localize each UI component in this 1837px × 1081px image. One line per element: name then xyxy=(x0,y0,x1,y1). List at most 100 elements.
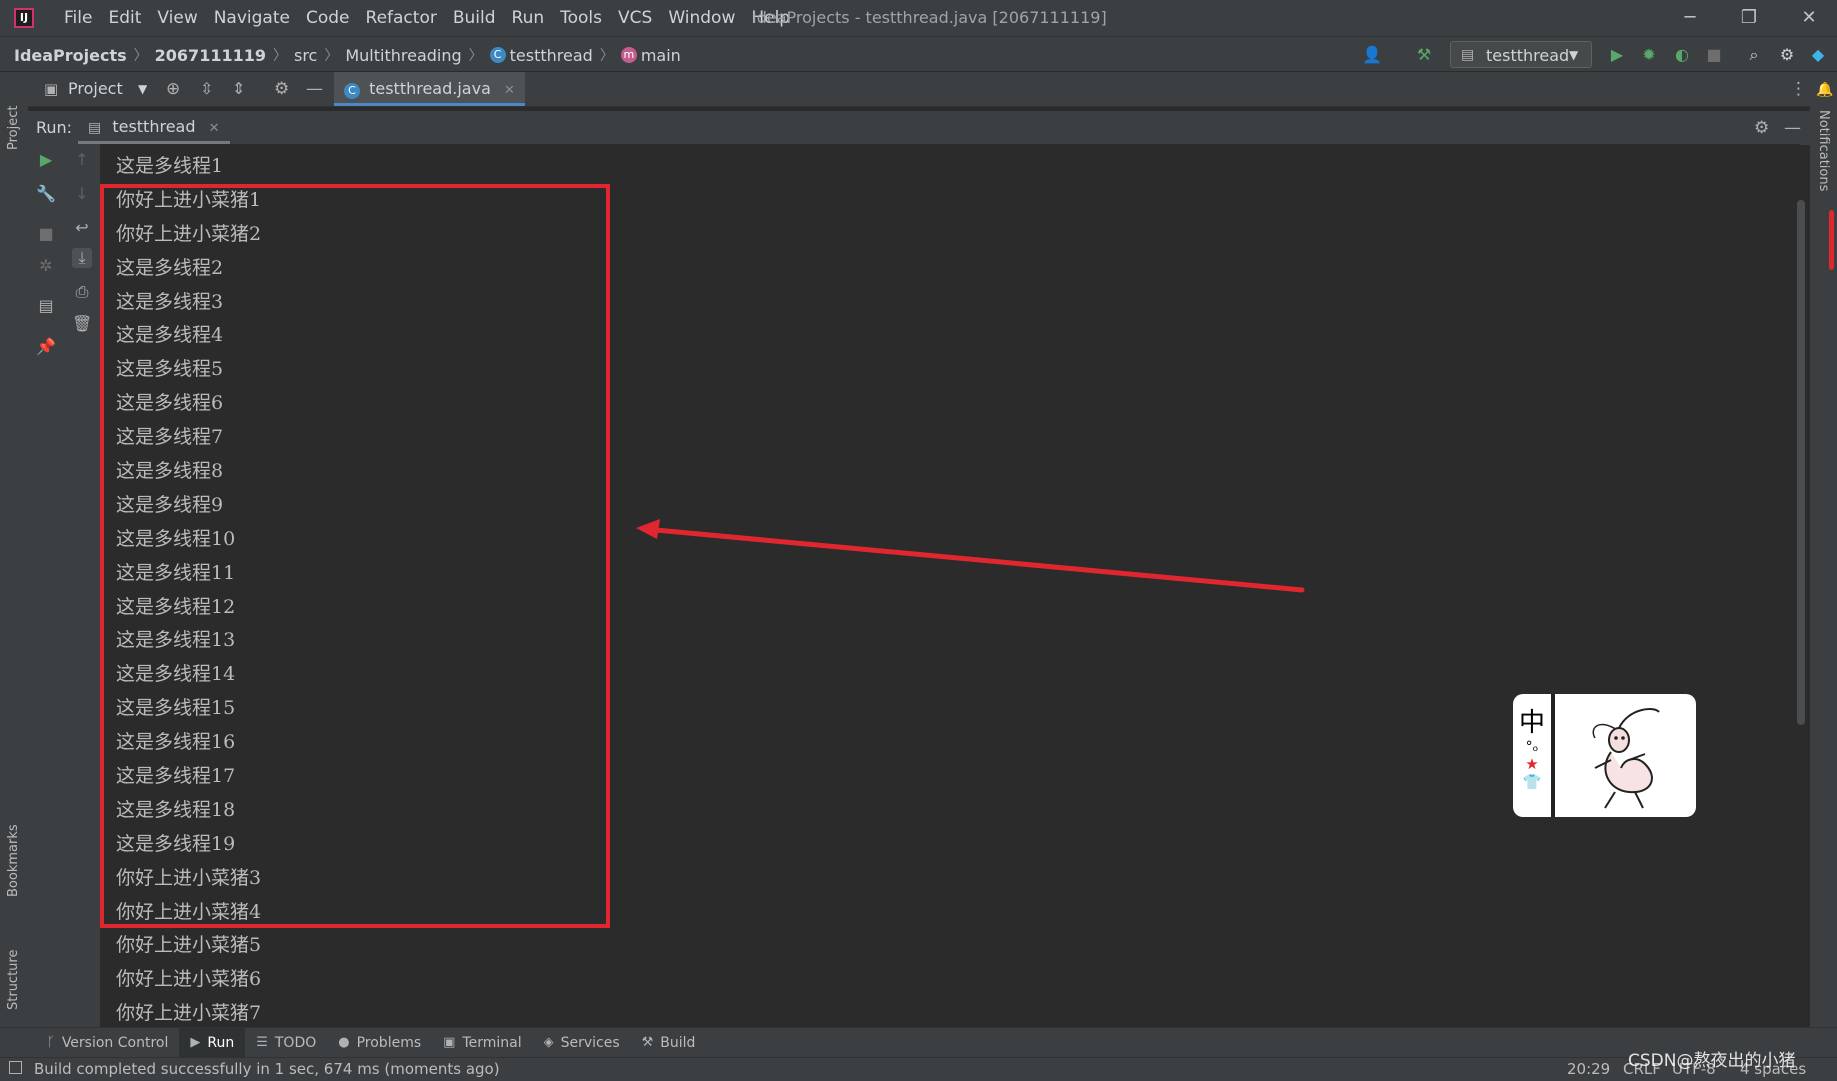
expand-all-icon[interactable]: ⇳ xyxy=(200,72,213,106)
services-icon: ◈ xyxy=(543,1035,554,1050)
chevron-down-icon: ▼ xyxy=(1569,48,1579,62)
collapse-all-icon[interactable]: ⇕ xyxy=(232,72,245,106)
layout-icon[interactable]: ▤ xyxy=(36,296,56,316)
toolbox-icon[interactable]: ◆ xyxy=(1808,45,1828,65)
menu-refactor[interactable]: Refactor xyxy=(358,0,445,36)
debug-icon[interactable]: ✹ xyxy=(1639,45,1659,65)
ime-mode-char: 中 xyxy=(1518,708,1545,738)
close-icon[interactable]: ✕ xyxy=(504,83,515,98)
bottom-tab-version-control[interactable]: ᚴ Version Control xyxy=(36,1028,179,1058)
stop-icon[interactable]: ■ xyxy=(1704,45,1724,65)
structure-stripe-button[interactable]: Structure xyxy=(6,930,21,1010)
left-tool-stripe: Project Bookmarks Structure xyxy=(0,72,29,1027)
coverage-icon[interactable]: ◐ xyxy=(1672,45,1692,65)
intellij-logo-icon[interactable]: IJ xyxy=(14,8,34,28)
status-message: Build completed successfully in 1 sec, 6… xyxy=(34,1060,500,1078)
wrench-icon[interactable]: 🔧 xyxy=(36,184,56,204)
window-title: IdeaProjects - testthread.java [20671111… xyxy=(752,8,1107,27)
locate-icon[interactable]: ⊕ xyxy=(166,72,180,106)
arrow-down-icon[interactable]: ↓ xyxy=(72,184,92,204)
class-icon: C xyxy=(489,47,506,63)
tool-window-header: ▣ Project ▼ ⊕ ⇳ ⇕ ⚙ — ⋮ xyxy=(28,72,1810,107)
editor-tab-testthread[interactable]: C testthread.java ✕ xyxy=(334,72,525,106)
run-icon[interactable]: ▶ xyxy=(1607,45,1627,65)
menu-run[interactable]: Run xyxy=(504,0,553,36)
bookmarks-stripe-button[interactable]: Bookmarks xyxy=(6,817,21,897)
ime-sticker: 中 °ₒ ★ 👕 xyxy=(1513,694,1696,817)
run-tab-label: testthread xyxy=(112,117,196,136)
chevron-right-icon: 〉 xyxy=(272,48,287,64)
crumb-class[interactable]: testthread xyxy=(510,46,593,65)
run-tab-testthread[interactable]: ▤ testthread ✕ xyxy=(78,110,230,144)
minimize-button[interactable]: ─ xyxy=(1665,0,1715,36)
run-configuration-select[interactable]: ▤ testthread ▼ xyxy=(1450,41,1592,68)
print-icon[interactable]: ⎙ xyxy=(72,282,92,302)
menu-view[interactable]: View xyxy=(149,0,205,36)
menu-window[interactable]: Window xyxy=(660,0,743,36)
dump-threads-icon[interactable]: ✲ xyxy=(36,256,56,276)
menu-file[interactable]: File xyxy=(56,0,100,36)
soft-wrap-icon[interactable]: ↩ xyxy=(72,218,92,238)
menu-edit[interactable]: Edit xyxy=(100,0,149,36)
trash-icon[interactable]: 🗑 xyxy=(72,314,92,334)
annotation-arrow xyxy=(636,519,1305,593)
arrow-up-icon[interactable]: ↑ xyxy=(72,150,92,170)
hide-icon[interactable]: — xyxy=(306,72,323,106)
bottom-tab-label: Terminal xyxy=(462,1034,522,1051)
close-button[interactable]: ✕ xyxy=(1784,0,1834,36)
gear-icon[interactable]: ⚙ xyxy=(274,72,289,106)
search-icon[interactable]: ⌕ xyxy=(1744,45,1764,65)
crumb-ideaprojects[interactable]: IdeaProjects xyxy=(14,46,127,65)
terminal-icon: ▣ xyxy=(443,1035,456,1050)
config-icon: ▤ xyxy=(1461,47,1475,63)
bottom-tab-services[interactable]: ◈ Services xyxy=(533,1028,631,1058)
list-icon: ☰ xyxy=(256,1035,268,1050)
bottom-tab-build[interactable]: ⚒ Build xyxy=(631,1028,707,1058)
chevron-down-icon[interactable]: ▼ xyxy=(138,72,147,106)
project-view-label[interactable]: Project xyxy=(68,72,123,106)
more-icon[interactable]: ⋮ xyxy=(1790,72,1807,106)
bottom-tab-problems[interactable]: ● Problems xyxy=(327,1028,432,1058)
punctuation-icon: °ₒ xyxy=(1525,739,1539,755)
pin-icon[interactable]: 📌 xyxy=(36,337,56,357)
bottom-tab-run[interactable]: ▶ Run xyxy=(179,1027,246,1058)
hammer-icon[interactable]: ⚒ xyxy=(1414,45,1434,65)
hide-icon[interactable]: — xyxy=(1784,111,1801,145)
menu-tools[interactable]: Tools xyxy=(552,0,610,36)
scroll-to-end-icon[interactable]: ⤓ xyxy=(72,248,92,268)
layout-toggle-icon[interactable] xyxy=(9,1061,22,1074)
gear-icon[interactable]: ⚙ xyxy=(1754,111,1769,145)
run-panel-header: Run: ⚙ — xyxy=(28,110,1810,145)
bottom-tab-terminal[interactable]: ▣ Terminal xyxy=(432,1028,532,1058)
bottom-tab-todo[interactable]: ☰ TODO xyxy=(245,1028,327,1058)
vertical-scrollbar[interactable] xyxy=(1797,200,1805,725)
skin-icon: 👕 xyxy=(1522,773,1542,791)
settings-icon[interactable]: ⚙ xyxy=(1777,45,1797,65)
notifications-stripe-button[interactable]: Notifications xyxy=(1816,110,1831,220)
crumb-module[interactable]: 2067111119 xyxy=(155,46,266,65)
restore-button[interactable]: ❐ xyxy=(1724,0,1774,36)
menu-bar: File Edit View Navigate Code Refactor Bu… xyxy=(56,0,798,36)
console-line: 你好上进小菜猪7 xyxy=(116,1002,262,1025)
menu-build[interactable]: Build xyxy=(445,0,504,36)
menu-code[interactable]: Code xyxy=(298,0,358,36)
user-icon[interactable]: 👤 xyxy=(1362,45,1382,65)
project-stripe-button[interactable]: Project xyxy=(6,80,21,150)
bell-icon[interactable]: 🔔 xyxy=(1816,82,1833,98)
highlight-rectangle xyxy=(100,184,610,928)
caret-position[interactable]: 20:29 xyxy=(1567,1058,1610,1080)
crumb-package[interactable]: Multithreading xyxy=(345,46,461,65)
bottom-tab-label: Version Control xyxy=(61,1034,169,1051)
status-bar: Build completed successfully in 1 sec, 6… xyxy=(0,1057,1837,1081)
close-icon[interactable]: ✕ xyxy=(209,121,220,136)
class-icon: C xyxy=(344,83,360,99)
rerun-icon[interactable]: ▶ xyxy=(36,150,56,170)
right-tool-stripe: 🔔 Notifications xyxy=(1810,72,1837,1027)
stop-icon[interactable]: ■ xyxy=(36,224,56,244)
branch-icon: ᚴ xyxy=(47,1035,55,1050)
crumb-src[interactable]: src xyxy=(294,46,317,65)
menu-vcs[interactable]: VCS xyxy=(610,0,660,36)
run-toolbar-secondary: ↑ ↓ ↩ ⤓ ⎙ 🗑 xyxy=(64,144,101,1027)
crumb-method[interactable]: main xyxy=(641,46,681,65)
menu-navigate[interactable]: Navigate xyxy=(206,0,298,36)
